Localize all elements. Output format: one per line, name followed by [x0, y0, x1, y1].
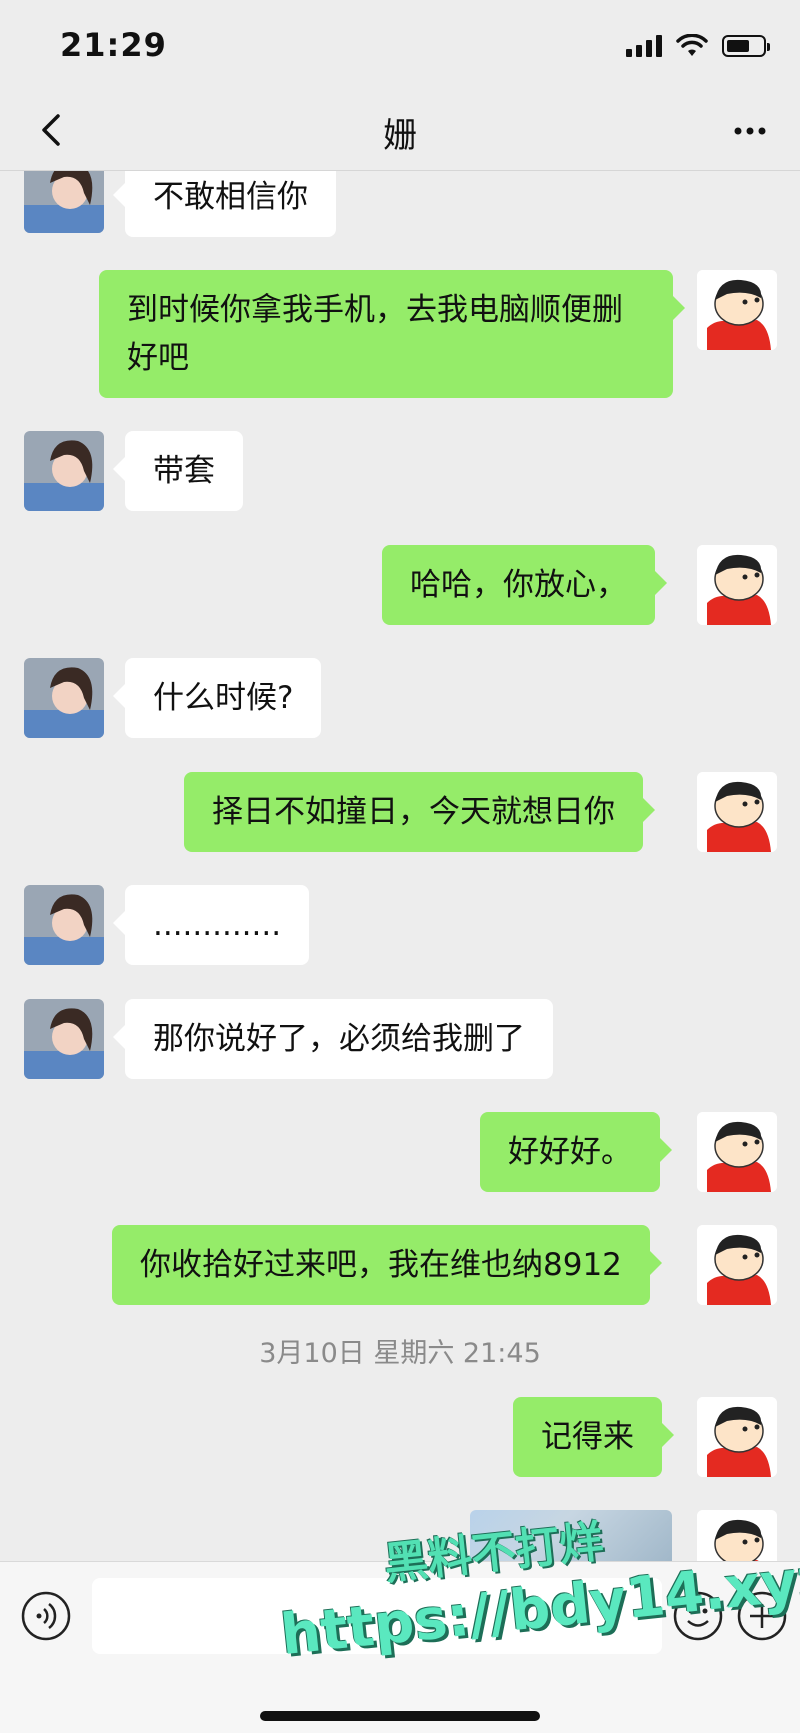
contact-avatar[interactable] [24, 431, 104, 511]
emoji-icon[interactable] [672, 1590, 724, 1642]
wifi-icon [676, 34, 708, 56]
message-input[interactable] [92, 1578, 662, 1654]
user-avatar[interactable] [697, 1112, 777, 1192]
battery-icon [722, 35, 770, 57]
message-bubble-received[interactable]: 带套 [113, 431, 243, 511]
chat-title: 姗 [383, 116, 417, 156]
user-avatar[interactable] [697, 545, 777, 625]
status-time: 21:29 [60, 26, 167, 64]
plus-icon[interactable] [736, 1590, 788, 1642]
message-bubble-received[interactable]: 不敢相信你 [113, 171, 336, 237]
chat-header: 姗 [0, 90, 800, 171]
message-bubble-sent[interactable]: 到时候你拿我手机，去我电脑顺便删好吧 [99, 270, 685, 398]
contact-avatar[interactable] [24, 885, 104, 965]
signal-icon [626, 35, 662, 57]
contact-avatar[interactable] [24, 171, 104, 233]
message-bubble-sent[interactable]: 哈哈，你放心， [382, 545, 667, 625]
contact-avatar[interactable] [24, 999, 104, 1079]
message-bubble-sent[interactable]: 好好好。 [480, 1112, 672, 1192]
image-message[interactable] [470, 1510, 672, 1561]
status-bar: 21:29 [0, 0, 800, 90]
message-bubble-received[interactable]: 那你说好了，必须给我删了 [113, 999, 553, 1079]
home-indicator [260, 1711, 540, 1721]
contact-avatar[interactable] [24, 658, 104, 738]
more-icon[interactable] [730, 116, 770, 146]
user-avatar[interactable] [697, 270, 777, 350]
user-avatar[interactable] [697, 1510, 777, 1561]
user-avatar[interactable] [697, 772, 777, 852]
message-bubble-received[interactable]: 什么时候? [112, 658, 322, 738]
message-bubble-sent[interactable]: 你收拾好过来吧，我在维也纳8912 [112, 1225, 662, 1305]
voice-icon[interactable] [20, 1590, 72, 1642]
status-icons [626, 34, 770, 58]
message-bubble-received[interactable]: ............. [112, 885, 310, 965]
user-avatar[interactable] [697, 1225, 777, 1305]
message-timestamp: 3月10日 星期六 21:45 [259, 1338, 541, 1369]
message-bubble-sent[interactable]: 记得来 [513, 1397, 674, 1477]
user-avatar[interactable] [697, 1397, 777, 1477]
input-bar [0, 1561, 800, 1733]
message-bubble-sent[interactable]: 择日不如撞日，今天就想日你 [184, 772, 655, 852]
message-list[interactable]: 不敢相信你 到时候你拿我手机，去我电脑顺便删好吧 带套 哈哈，你放心， 什么时候… [0, 171, 800, 1561]
